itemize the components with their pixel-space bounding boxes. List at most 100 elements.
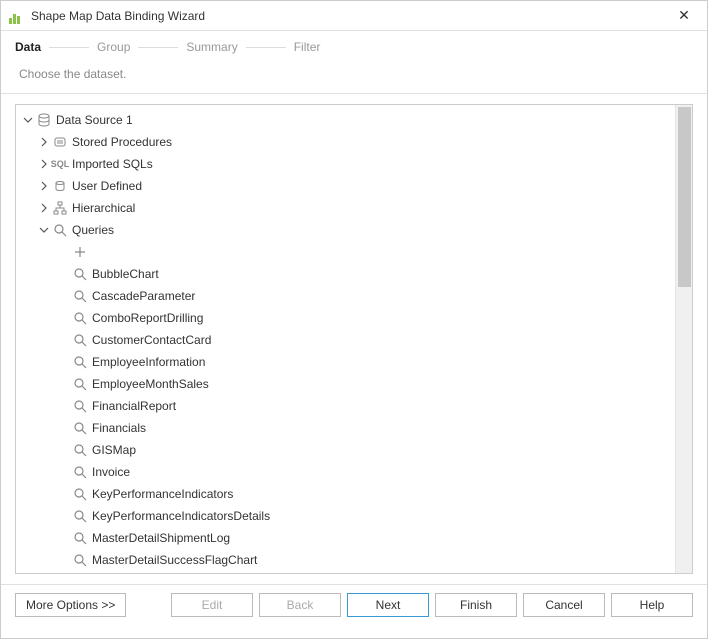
query-icon (72, 376, 88, 392)
tree-item-label: EmployeeInformation (92, 355, 205, 369)
expander-spacer (58, 422, 70, 434)
query-icon (72, 354, 88, 370)
scroll-icon (52, 134, 68, 150)
step-divider (246, 47, 286, 48)
tree-item-query[interactable]: KeyPerformanceIndicatorsDetails (16, 505, 692, 527)
query-icon (72, 288, 88, 304)
tree-folder-hierarchical[interactable]: Hierarchical (16, 197, 692, 219)
scrollbar[interactable] (675, 105, 692, 573)
sql-icon: SQL (52, 156, 68, 172)
tree-item-query[interactable]: EmployeeInformation (16, 351, 692, 373)
tree-item-label: KeyPerformanceIndicators (92, 487, 233, 501)
step-filter[interactable]: Filter (294, 40, 321, 54)
back-button[interactable]: Back (259, 593, 341, 617)
query-icon (72, 442, 88, 458)
help-button[interactable]: Help (611, 593, 693, 617)
tree-item-query[interactable]: KeyPerformanceIndicators (16, 483, 692, 505)
tree-item-label: MasterDetailSuccessFlagChart (92, 553, 257, 567)
chevron-right-icon[interactable] (38, 180, 50, 192)
footer: More Options >> Edit Back Next Finish Ca… (1, 584, 707, 625)
tree-item-label: Hierarchical (72, 201, 135, 215)
tree-item-label: Queries (72, 223, 114, 237)
dataset-tree[interactable]: Data Source 1 Stored Procedures SQL Impo… (16, 105, 692, 573)
tree-item-label: GISMap (92, 443, 136, 457)
window-title: Shape Map Data Binding Wizard (31, 9, 669, 23)
userDefined-icon (52, 178, 68, 194)
step-group[interactable]: Group (97, 40, 130, 54)
tree-item-query[interactable]: EmployeeMonthSales (16, 373, 692, 395)
tree-item-query[interactable]: CustomerContactCard (16, 329, 692, 351)
tree-item-label: ComboReportDrilling (92, 311, 203, 325)
titlebar: Shape Map Data Binding Wizard ✕ (1, 1, 707, 31)
dataset-tree-container: Data Source 1 Stored Procedures SQL Impo… (15, 104, 693, 574)
page-subtitle: Choose the dataset. (1, 63, 707, 94)
edit-button[interactable]: Edit (171, 593, 253, 617)
tree-item-label: Stored Procedures (72, 135, 172, 149)
query-icon (72, 420, 88, 436)
step-divider (138, 47, 178, 48)
tree-item-label: User Defined (72, 179, 142, 193)
finish-button[interactable]: Finish (435, 593, 517, 617)
tree-item-new-query[interactable] (16, 241, 692, 263)
chevron-down-icon[interactable] (38, 224, 50, 236)
tree-item-label: KeyPerformanceIndicatorsDetails (92, 509, 270, 523)
tree-item-query[interactable]: FinancialReport (16, 395, 692, 417)
tree-item-label: Invoice (92, 465, 130, 479)
expander-spacer (58, 466, 70, 478)
chevron-right-icon[interactable] (38, 202, 50, 214)
tree-item-label: Imported SQLs (72, 157, 153, 171)
tree-item-query[interactable]: BubbleChart (16, 263, 692, 285)
tree-folder-imported-sqls[interactable]: SQL Imported SQLs (16, 153, 692, 175)
tree-folder-stored-procedures[interactable]: Stored Procedures (16, 131, 692, 153)
expander-spacer (58, 312, 70, 324)
step-data[interactable]: Data (15, 40, 41, 54)
tree-item-label: MasterDetailShipmentLog (92, 531, 230, 545)
more-options-button[interactable]: More Options >> (15, 593, 126, 617)
next-button[interactable]: Next (347, 593, 429, 617)
expander-spacer (58, 290, 70, 302)
query-icon (72, 530, 88, 546)
step-summary[interactable]: Summary (186, 40, 237, 54)
tree-item-label: EmployeeMonthSales (92, 377, 209, 391)
scrollbar-thumb[interactable] (678, 107, 691, 287)
query-icon (72, 486, 88, 502)
tree-item-query[interactable]: CascadeParameter (16, 285, 692, 307)
chevron-right-icon[interactable] (38, 158, 50, 170)
tree-item-label: CascadeParameter (92, 289, 195, 303)
expander-spacer (58, 356, 70, 368)
tree-item-query[interactable]: MasterDetailSuccessFlagChart (16, 549, 692, 571)
tree-item-query[interactable]: ComboReportDrilling (16, 307, 692, 329)
tree-root-datasource[interactable]: Data Source 1 (16, 109, 692, 131)
close-icon[interactable]: ✕ (669, 7, 699, 24)
expander-spacer (58, 532, 70, 544)
tree-folder-queries[interactable]: Queries (16, 219, 692, 241)
tree-item-label: FinancialReport (92, 399, 176, 413)
query-icon (72, 552, 88, 568)
chevron-down-icon[interactable] (22, 114, 34, 126)
tree-item-query[interactable]: GISMap (16, 439, 692, 461)
query-icon (72, 332, 88, 348)
tree-item-query[interactable]: Invoice (16, 461, 692, 483)
expander-spacer (58, 400, 70, 412)
database-icon (36, 112, 52, 128)
tree-item-query[interactable]: Financials (16, 417, 692, 439)
app-icon (9, 8, 25, 24)
tree-item-label: CustomerContactCard (92, 333, 211, 347)
tree-folder-user-defined[interactable]: User Defined (16, 175, 692, 197)
expander-spacer (58, 334, 70, 346)
chevron-right-icon[interactable] (38, 136, 50, 148)
step-divider (49, 47, 89, 48)
query-icon (72, 398, 88, 414)
tree-item-label: Financials (92, 421, 146, 435)
expander-spacer (58, 444, 70, 456)
tree-item-query[interactable]: MasterDetailShipmentLog (16, 527, 692, 549)
expander-spacer (58, 488, 70, 500)
query-icon (72, 310, 88, 326)
cancel-button[interactable]: Cancel (523, 593, 605, 617)
expander-spacer (58, 378, 70, 390)
wizard-steps: Data Group Summary Filter (1, 31, 707, 63)
tree-item-label: Data Source 1 (56, 113, 133, 127)
plus-icon (72, 244, 88, 260)
expander-spacer (58, 246, 70, 258)
expander-spacer (58, 510, 70, 522)
